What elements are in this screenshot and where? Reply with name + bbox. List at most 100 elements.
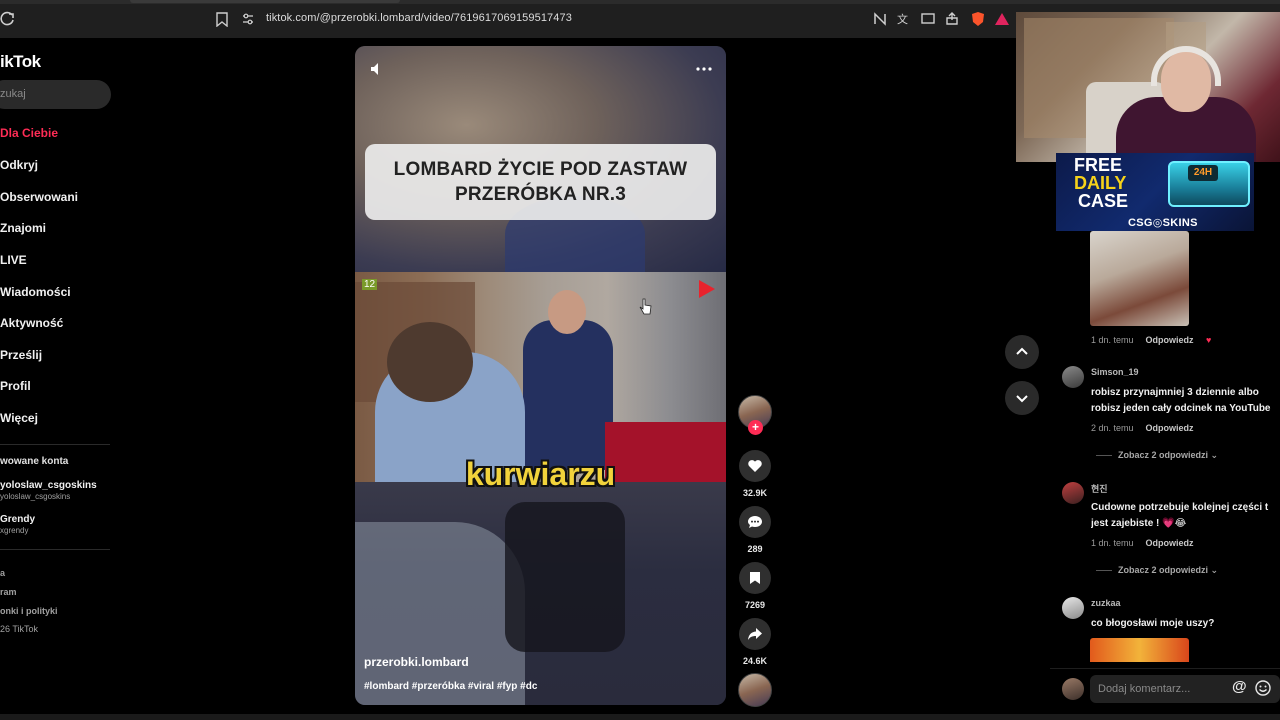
comment-input-placeholder: Dodaj komentarz... bbox=[1098, 683, 1191, 695]
comment-username[interactable]: Simson_19 bbox=[1091, 367, 1139, 377]
tiktok-logo[interactable]: ikTok bbox=[0, 52, 41, 72]
save-button[interactable] bbox=[739, 562, 771, 594]
commenter-avatar[interactable] bbox=[1062, 482, 1084, 504]
commenter-avatar[interactable] bbox=[1062, 597, 1084, 619]
nav-more[interactable]: Więcej bbox=[0, 411, 38, 425]
mention-button[interactable]: @ bbox=[1232, 678, 1247, 695]
video-hashtags[interactable]: #lombard #przeróbka #viral #fyp #dc bbox=[364, 681, 537, 692]
nav-upload[interactable]: Prześlij bbox=[0, 348, 42, 362]
account-name: Grendy bbox=[0, 514, 36, 525]
video-frame-bottom bbox=[355, 482, 726, 705]
account-handle: xgrendy bbox=[0, 526, 29, 535]
account-name: yoloslaw_csgoskins bbox=[0, 480, 97, 491]
comments-panel: 1 dn. temu Odpowiedz ♥ Simson_19 robisz p… bbox=[1050, 228, 1280, 720]
brave-rewards-icon[interactable] bbox=[994, 11, 1010, 27]
footer-link[interactable]: onki i polityki bbox=[0, 606, 58, 616]
scene-person-seated-head bbox=[387, 322, 473, 402]
more-options-icon[interactable] bbox=[695, 62, 713, 76]
footer-link[interactable]: a bbox=[0, 568, 5, 578]
search-input[interactable]: zukaj bbox=[0, 80, 111, 109]
comment-text: robisz jeden cały odcinek na YouTube bbox=[1091, 403, 1271, 414]
comment-username[interactable]: 현진 bbox=[1091, 482, 1108, 495]
user-avatar bbox=[1062, 678, 1084, 700]
comment-icon bbox=[748, 516, 762, 528]
followed-account[interactable]: yoloslaw_csgoskins yoloslaw_csgoskins bbox=[0, 480, 97, 501]
comment-meta: 1 dn. temu Odpowiedz ♥ bbox=[1091, 335, 1211, 345]
comment-image[interactable] bbox=[1090, 638, 1189, 662]
like-button[interactable] bbox=[739, 450, 771, 482]
brave-shield-icon[interactable] bbox=[970, 11, 986, 27]
reply-button[interactable]: Odpowiedz bbox=[1146, 335, 1194, 345]
nav-profile[interactable]: Profil bbox=[0, 379, 31, 393]
comment-text: Cudowne potrzebuje kolejnej części t bbox=[1091, 502, 1269, 513]
nav-for-you[interactable]: Dla Ciebie bbox=[0, 126, 58, 140]
previous-video-button[interactable] bbox=[1005, 335, 1039, 369]
reply-button[interactable]: Odpowiedz bbox=[1146, 538, 1194, 548]
commenter-avatar[interactable] bbox=[1062, 366, 1084, 388]
comment-image[interactable] bbox=[1090, 231, 1189, 326]
view-replies-button[interactable]: Zobacz 2 odpowiedzi ⌄ bbox=[1096, 450, 1218, 461]
view-replies-button[interactable]: Zobacz 2 odpowiedzi ⌄ bbox=[1096, 565, 1218, 576]
address-bar-url[interactable]: tiktok.com/@przerobki.lombard/video/7619… bbox=[266, 12, 572, 24]
translate-icon[interactable]: 文 bbox=[896, 11, 912, 27]
video-title-line2: PRZERÓBKA NR.3 bbox=[455, 184, 626, 205]
comment-text: robisz przynajmniej 3 dziennie albo bbox=[1091, 387, 1259, 398]
active-tab[interactable] bbox=[130, 0, 400, 3]
like-heart-icon[interactable]: ♥ bbox=[1206, 335, 1211, 345]
copyright: 26 TikTok bbox=[0, 624, 39, 634]
age-rating-badge: 12 bbox=[362, 279, 378, 290]
scene-person-head bbox=[548, 290, 586, 334]
comment-input[interactable]: Dodaj komentarz... bbox=[1090, 675, 1280, 703]
comment-username[interactable]: zuzkaa bbox=[1091, 598, 1121, 608]
sound-avatar[interactable] bbox=[738, 673, 772, 707]
share-button[interactable] bbox=[739, 618, 771, 650]
channel-play-logo-icon bbox=[699, 280, 715, 298]
follow-plus-button[interactable]: + bbox=[748, 420, 763, 435]
mouse-cursor-icon bbox=[639, 298, 652, 315]
nav-following[interactable]: Obserwowani bbox=[0, 190, 78, 204]
nav-explore[interactable]: Odkryj bbox=[0, 158, 38, 172]
sidebar-divider bbox=[0, 549, 110, 550]
comment-text: co błogosławi moje uszy? bbox=[1091, 618, 1215, 629]
comment-input-bar: Dodaj komentarz... @ bbox=[1050, 668, 1280, 708]
save-count: 7269 bbox=[744, 600, 766, 610]
next-video-button[interactable] bbox=[1005, 381, 1039, 415]
comment-meta: 1 dn. temu Odpowiedz bbox=[1091, 538, 1194, 548]
comment-text: jest zajebiste ! 💗😂 bbox=[1091, 518, 1187, 529]
comment-button[interactable] bbox=[739, 506, 771, 538]
nav-messages[interactable]: Wiadomości bbox=[0, 285, 71, 299]
reply-button[interactable]: Odpowiedz bbox=[1146, 423, 1194, 433]
sponsor-ad-banner: FREE DAILY CASE 24H CSG◎SKINS bbox=[1056, 153, 1254, 231]
scene-person-standing bbox=[523, 320, 613, 470]
reload-icon[interactable] bbox=[0, 11, 16, 27]
comment-time: 1 dn. temu bbox=[1091, 538, 1134, 548]
share-icon[interactable] bbox=[944, 11, 960, 27]
chevron-down-icon bbox=[1016, 395, 1028, 403]
account-handle: yoloslaw_csgoskins bbox=[0, 492, 71, 501]
video-player[interactable]: LOMBARD ŻYCIE POD ZASTAW PRZERÓBKA NR.3 … bbox=[355, 46, 726, 705]
site-info-icon[interactable] bbox=[241, 12, 255, 26]
svg-text:文: 文 bbox=[897, 12, 908, 26]
sidebar: ikTok zukaj Dla Ciebie Odkryj Obserwowan… bbox=[0, 38, 120, 720]
nav-activity[interactable]: Aktywność bbox=[0, 316, 63, 330]
video-author[interactable]: przerobki.lombard bbox=[364, 655, 469, 669]
webcam-overlay bbox=[1016, 12, 1280, 162]
bookmark-icon[interactable] bbox=[216, 12, 228, 27]
volume-icon[interactable] bbox=[369, 61, 385, 77]
like-count: 32.9K bbox=[742, 488, 768, 498]
heart-icon bbox=[748, 460, 762, 472]
emoji-icon[interactable] bbox=[1255, 680, 1271, 696]
comment-count: 289 bbox=[747, 544, 763, 554]
nav-friends[interactable]: Znajomi bbox=[0, 221, 46, 235]
footer-link[interactable]: ram bbox=[0, 587, 17, 597]
cast-icon[interactable] bbox=[920, 11, 936, 27]
comment-time: 2 dn. temu bbox=[1091, 423, 1134, 433]
comment-meta: 2 dn. temu Odpowiedz bbox=[1091, 423, 1194, 433]
followed-account[interactable]: Grendy xgrendy bbox=[0, 514, 35, 535]
chevron-up-icon bbox=[1016, 347, 1028, 355]
nav-live[interactable]: LIVE bbox=[0, 253, 27, 267]
tab-strip bbox=[0, 0, 1280, 4]
no-tracking-icon[interactable] bbox=[872, 11, 888, 27]
ad-brand: CSG◎SKINS bbox=[1128, 217, 1198, 229]
video-subtitle: kurwiarzu bbox=[465, 456, 616, 492]
